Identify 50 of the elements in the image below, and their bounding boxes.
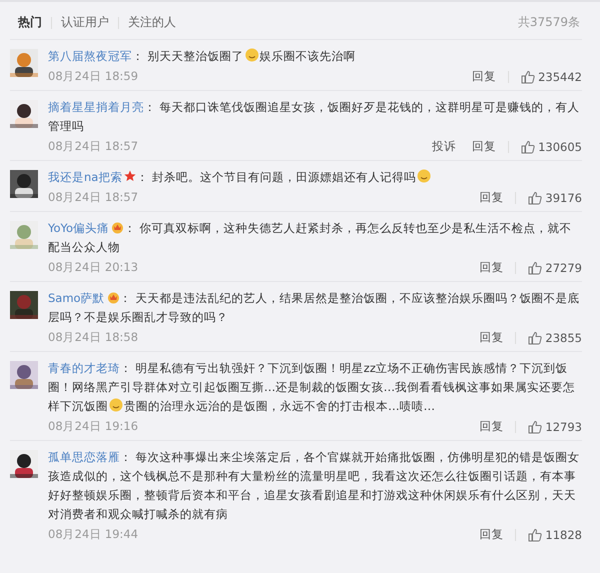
username-link[interactable]: Samo萨默	[48, 291, 105, 305]
action-link[interactable]: 回复	[472, 69, 496, 84]
emoji-icon	[109, 398, 123, 412]
comment-time: 08月24日 18:57	[48, 190, 138, 205]
filter-tab[interactable]: 热门	[18, 14, 42, 31]
username-link[interactable]: YoYo偏头痛	[48, 221, 110, 235]
thumbs-up-icon	[521, 140, 536, 154]
username-link[interactable]: 我还是na把索	[48, 170, 122, 184]
comment-text: YoYo偏头痛 ： 你可真双标啊，这种失德艺人赶紧封杀，再怎么反转也至少是私生活不检点，就不配当公众人物	[48, 220, 573, 256]
like-button[interactable]: 11828	[528, 528, 582, 542]
comment-text: 摘着星星捎着月亮： 每天都口诛笔伐饭圈追星女孩，饭圈好歹是花钱的，这群明星可是赚钱的，有人管理吗	[48, 99, 581, 135]
filter-tab[interactable]: 关注的人	[128, 14, 176, 31]
like-button[interactable]: 235442	[521, 70, 582, 84]
action-link[interactable]: 回复	[479, 190, 504, 205]
thumbs-up-icon	[528, 260, 542, 274]
emoji-icon	[244, 48, 259, 62]
comment-count: 共37579条	[518, 14, 580, 31]
username-link[interactable]: 青春的才老琦	[48, 361, 120, 375]
filter-tab[interactable]: 认证用户	[61, 14, 109, 31]
thumbs-up-icon	[521, 70, 536, 84]
comment-text: Samo萨默 ： 天天都是违法乱纪的艺人，结果居然是整治饭圈，不应该整治娱乐圈吗？饭圈不是底层吗？不是娱乐圈乱才导致的吗？	[48, 290, 580, 326]
comment-time: 08月24日 19:16	[48, 419, 138, 434]
username-link[interactable]: 第八届熬夜冠军	[48, 49, 132, 63]
comment-text: 青春的才老琦： 明星私德有亏出轨强奸？下沉到饭圈！明星zz立场不正确伤害民族感情？下沉到饭圈！网络黑产引导群体对立引起饭圈互撕…还是制裁的饭圈女孩…我倒看看钱枫这事如果属实还要怎样下沉饭圈 贵圈的治理永远治的是饭圈，永远不舍的打击根本…啧啧…	[48, 360, 576, 415]
comment-time: 08月24日 18:57	[48, 139, 138, 154]
like-button[interactable]: 130605	[521, 140, 582, 154]
username-link[interactable]: 孤单思恋落雁	[48, 450, 120, 464]
comment-text: 第八届熬夜冠军： 别天天整治饭圈了 娱乐圈不该先治啊	[48, 47, 357, 65]
comment-time: 08月24日 18:58	[48, 330, 138, 345]
like-button[interactable]: 27279	[528, 260, 582, 274]
action-link[interactable]: 回复	[479, 260, 504, 275]
emoji-icon	[417, 169, 431, 183]
like-button[interactable]: 23855	[528, 330, 582, 344]
comment-text: 我还是na把索 ： 封杀吧。这个节目有问题，田源嫖娼还有人记得吗	[48, 168, 582, 187]
comment-time: 08月24日 19:44	[48, 527, 138, 542]
thumbs-up-icon	[528, 528, 542, 542]
username-link[interactable]: 摘着星星捎着月亮	[48, 100, 144, 114]
action-link[interactable]: 投诉	[432, 139, 456, 154]
action-link[interactable]: 回复	[479, 330, 504, 345]
action-link[interactable]: 回复	[472, 139, 496, 154]
like-button[interactable]: 12793	[528, 420, 582, 434]
thumbs-up-icon	[528, 330, 542, 344]
comment-text: 孤单思恋落雁： 每次这种事爆出来尘埃落定后，各个官媒就开始痛批饭圈，仿佛明星犯的错是饭圈女孩造成似的，这个钱枫总不是那种有大量粉丝的流量明星吧，我看这次还怎么往饭圈引话题，有本事好好整顿娱乐圈，整顿背后资本和平台，追星女孩看剧追星和打游戏这种休闲娱乐有什么区别，天天对消费者和观众喊打喊杀的就有病	[48, 449, 581, 523]
action-link[interactable]: 回复	[479, 527, 504, 542]
like-button[interactable]: 39176	[528, 190, 582, 204]
thumbs-up-icon	[528, 190, 542, 204]
comment-time: 08月24日 18:59	[48, 69, 138, 84]
comment-time: 08月24日 20:13	[48, 260, 138, 275]
thumbs-up-icon	[528, 420, 542, 434]
action-link[interactable]: 回复	[479, 419, 504, 434]
